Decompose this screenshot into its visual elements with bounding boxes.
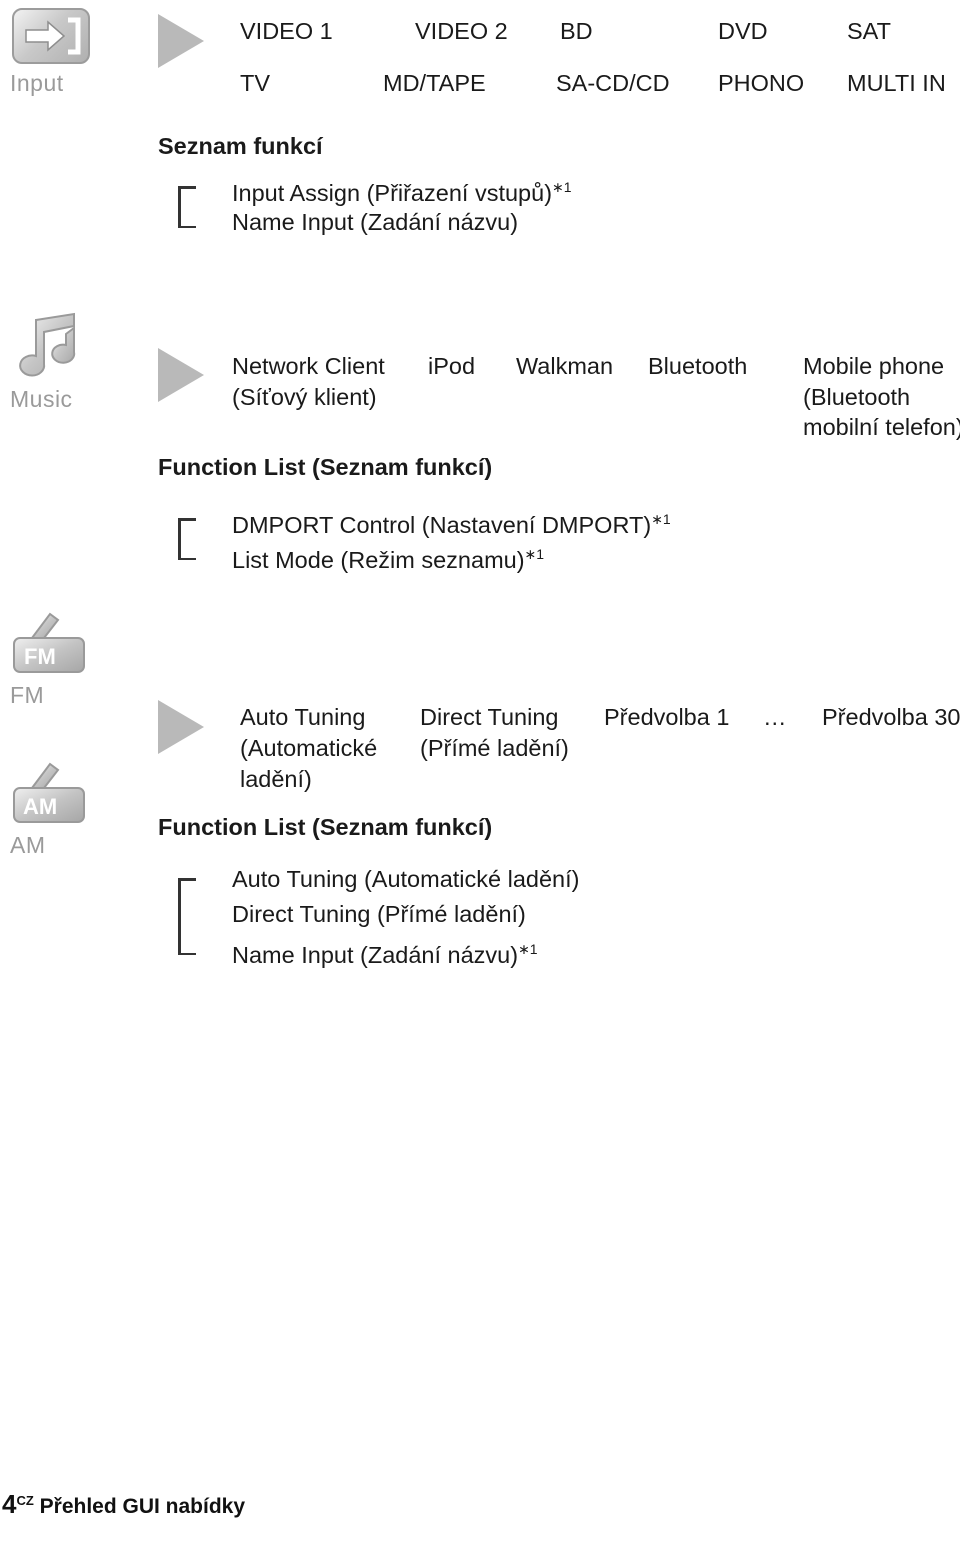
- music-icon-block: Music: [4, 312, 100, 413]
- svg-text:FM: FM: [24, 644, 56, 669]
- music-source-walkman: Walkman: [516, 353, 614, 379]
- tuner-source-auto-tuning-sub2: ladění): [240, 766, 312, 792]
- input-icon: [4, 6, 96, 68]
- music-source-mobile-phone-sub: (Bluetooth: [803, 384, 911, 410]
- music-icon: [4, 312, 96, 377]
- tuner-list-bracket: [178, 878, 198, 955]
- tuner-function-list-title: Function List (Seznam funkcí): [158, 814, 493, 840]
- music-function-list-title: Function List (Seznam funkcí): [158, 454, 493, 480]
- music-list-item-0: DMPORT Control (Nastavení DMPORT)∗1: [232, 511, 671, 538]
- music-source-mobile-phone: Mobile phone: [803, 353, 945, 379]
- tuner-list-item-2: Name Input (Zadání názvu)∗1: [232, 941, 538, 968]
- tuner-list-item-0: Auto Tuning (Automatické ladění): [232, 866, 580, 892]
- tuner-source-direct-tuning-sub: (Přímé ladění): [420, 735, 569, 761]
- input-source-video2: VIDEO 2: [415, 18, 508, 44]
- input-source-tv: TV: [240, 70, 271, 96]
- music-source-ipod: iPod: [428, 353, 476, 379]
- am-icon-block: AM AM: [4, 762, 100, 859]
- input-source-phono: PHONO: [718, 70, 805, 96]
- input-source-dvd: DVD: [718, 18, 768, 44]
- footer-title: Přehled GUI nabídky: [33, 1495, 246, 1518]
- input-source-multiin: MULTI IN: [847, 70, 946, 96]
- music-note-icon: [19, 312, 76, 377]
- input-list-item-0: Input Assign (Přiřazení vstupů)∗1: [232, 179, 572, 206]
- fm-icon-block: FM FM: [4, 612, 100, 709]
- music-icon-label: Music: [10, 386, 73, 412]
- music-list-bracket: [178, 518, 198, 560]
- am-radio-icon: AM: [13, 762, 85, 823]
- input-list-bracket: [178, 186, 198, 228]
- am-icon-label: AM: [10, 832, 46, 858]
- music-source-network-client-sub: (Síťový klient): [232, 384, 377, 410]
- music-list-item-1: List Mode (Režim seznamu)∗1: [232, 546, 545, 573]
- tuner-source-ellipsis: …: [763, 704, 787, 730]
- input-source-video1: VIDEO 1: [240, 18, 333, 44]
- input-section-arrow: [158, 14, 204, 68]
- fm-radio-icon: FM: [13, 612, 85, 673]
- input-list-item-1: Name Input (Zadání názvu): [232, 209, 519, 235]
- tuner-source-direct-tuning: Direct Tuning: [420, 704, 559, 730]
- input-icon-arrow: [25, 17, 81, 55]
- music-source-network-client: Network Client: [232, 353, 385, 379]
- tuner-source-preset-30: Předvolba 30: [822, 704, 960, 730]
- tuner-source-auto-tuning: Auto Tuning: [240, 704, 366, 730]
- input-icon-label: Input: [10, 70, 64, 96]
- tuner-section-arrow: [158, 700, 204, 754]
- footer-page-number: 4: [2, 1489, 17, 1519]
- input-source-bd: BD: [560, 18, 593, 44]
- fm-icon: FM: [4, 612, 96, 678]
- input-icon-block: Input: [4, 6, 100, 97]
- tuner-source-auto-tuning-sub: (Automatické: [240, 735, 378, 761]
- input-source-sat: SAT: [847, 18, 891, 44]
- page-footer: 4CZ Přehled GUI nabídky: [2, 1489, 245, 1520]
- footer-locale: CZ: [16, 1493, 34, 1508]
- music-section-arrow: [158, 348, 204, 402]
- am-icon: AM: [4, 762, 96, 828]
- tuner-source-preset-1: Předvolba 1: [604, 704, 730, 730]
- input-function-list-title: Seznam funkcí: [158, 133, 323, 159]
- music-source-bluetooth: Bluetooth: [648, 353, 748, 379]
- svg-text:AM: AM: [23, 794, 57, 819]
- input-source-sacdcd: SA-CD/CD: [556, 70, 670, 96]
- input-source-mdtape: MD/TAPE: [383, 70, 486, 96]
- fm-icon-label: FM: [10, 682, 45, 708]
- tuner-list-item-1: Direct Tuning (Přímé ladění): [232, 901, 526, 927]
- music-source-mobile-phone-sub2: mobilní telefon): [803, 414, 960, 440]
